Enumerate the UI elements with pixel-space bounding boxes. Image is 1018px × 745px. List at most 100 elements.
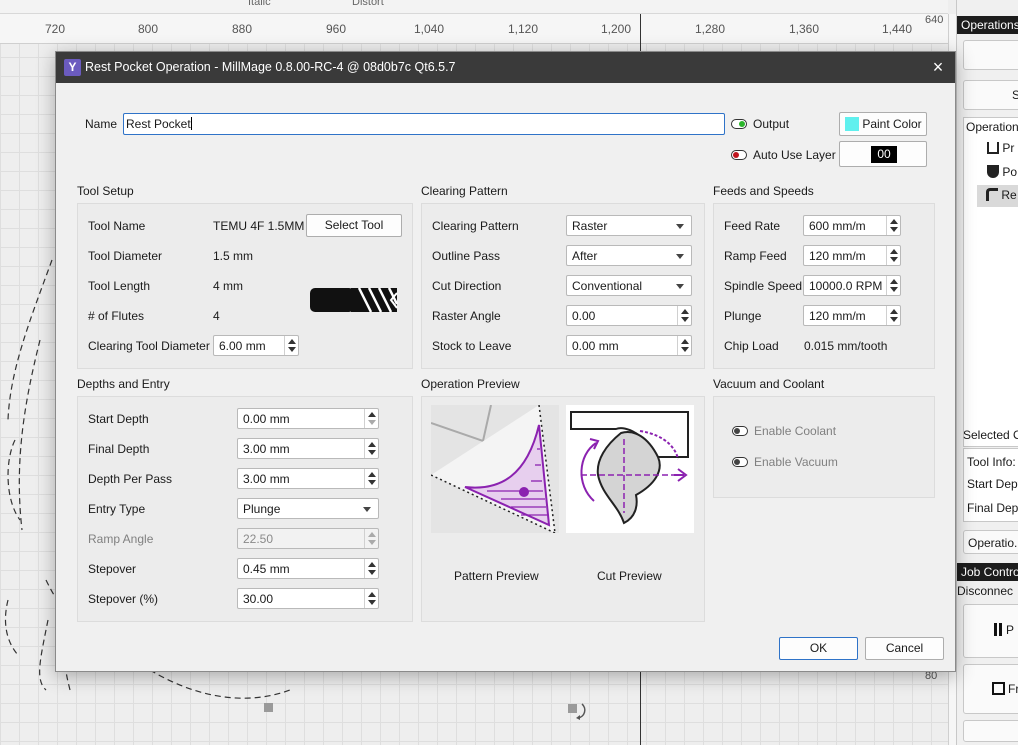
spin-arrows[interactable] (886, 276, 900, 295)
chevron-down-icon (363, 507, 371, 512)
top-toolbar-strip: Italic Distort (0, 0, 948, 14)
layer-selector[interactable]: 00 (839, 141, 927, 167)
coolant-toggle[interactable] (732, 426, 748, 436)
stock-to-leave-label: Stock to Leave (432, 339, 512, 353)
pause-button[interactable]: P (963, 604, 1018, 658)
output-label: Output (753, 117, 790, 131)
feeds-speeds-title: Feeds and Speeds (713, 184, 814, 198)
ruler-tick: 1,360 (788, 22, 820, 36)
spin-arrows[interactable] (886, 246, 900, 265)
clearing-pattern-title: Clearing Pattern (421, 184, 508, 198)
operation-column-header: Operation (966, 120, 1018, 134)
flutes-label: # of Flutes (88, 309, 145, 323)
rotate-handle-icon[interactable] (564, 698, 588, 722)
spin-arrows[interactable] (364, 589, 378, 608)
pause-icon (994, 623, 997, 636)
stepover-spinbox[interactable]: 0.45 mm (237, 558, 379, 579)
tool-length-value: 4 mm (213, 279, 243, 293)
layer-chip: 00 (871, 146, 897, 163)
tool-setup-title: Tool Setup (77, 184, 134, 198)
feed-rate-label: Feed Rate (724, 219, 781, 233)
final-depth-label: Final Depth (88, 442, 150, 456)
cancel-button[interactable]: Cancel (865, 637, 944, 660)
tool-name-label: Tool Name (88, 219, 146, 233)
spindle-speed-label: Spindle Speed (724, 279, 803, 293)
distort-toggle-label[interactable]: Distort (352, 0, 384, 8)
operation-item-profile[interactable]: Pr (987, 141, 1014, 155)
name-input[interactable]: Rest Pocket (123, 113, 725, 135)
vacuum-coolant-group (713, 396, 935, 498)
pattern-preview-image (430, 404, 559, 534)
chip-load-value: 0.015 mm/tooth (804, 339, 888, 353)
stock-to-leave-spinbox[interactable]: 0.00 mm (566, 335, 692, 356)
tool-name-value: TEMU 4F 1.5MM (213, 219, 305, 233)
clearing-pattern-dropdown[interactable]: Raster (566, 215, 692, 236)
vacuum-toggle[interactable] (732, 457, 748, 467)
operation-settings-button[interactable]: Operatio... (963, 530, 1018, 554)
transform-handle[interactable] (264, 703, 273, 712)
depth-per-pass-spinbox[interactable]: 3.00 mm (237, 468, 379, 489)
spin-arrows[interactable] (886, 306, 900, 325)
dialog-title: Rest Pocket Operation - MillMage 0.8.00-… (85, 60, 456, 74)
entry-type-label: Entry Type (88, 502, 146, 516)
select-tool-button[interactable]: Select Tool (306, 214, 402, 237)
cut-direction-label: Cut Direction (432, 279, 502, 293)
endmill-tool-icon (310, 287, 399, 313)
spin-arrows[interactable] (677, 336, 691, 355)
spin-arrows[interactable] (364, 559, 378, 578)
spin-arrows[interactable] (886, 216, 900, 235)
clearing-tool-diameter-spinbox[interactable]: 6.00 mm (213, 335, 299, 356)
tool-diameter-label: Tool Diameter (88, 249, 163, 263)
raster-angle-spinbox[interactable]: 0.00 (566, 305, 692, 326)
auto-use-layer-label: Auto Use Layer (753, 148, 836, 162)
raster-angle-label: Raster Angle (432, 309, 501, 323)
ruler-tick: 1,440 (881, 22, 913, 36)
spindle-speed-spinbox[interactable]: 10000.0 RPM (803, 275, 901, 296)
frame-button[interactable]: Fr (963, 664, 1018, 714)
italic-toggle-label[interactable]: Italic (248, 0, 271, 8)
auto-use-layer-toggle[interactable] (731, 150, 747, 160)
plunge-spinbox[interactable]: 120 mm/m (803, 305, 901, 326)
final-depth-spinbox[interactable]: 3.00 mm (237, 438, 379, 459)
selected-operation-label: Selected O (963, 428, 1018, 442)
operation-item-pocket[interactable]: Po (987, 165, 1017, 179)
close-button[interactable]: × (927, 57, 949, 79)
rest-pocket-op-icon (986, 188, 998, 201)
ramp-feed-spinbox[interactable]: 120 mm/m (803, 245, 901, 266)
connection-status: Disconnec (957, 584, 1014, 598)
cut-direction-dropdown[interactable]: Conventional (566, 275, 692, 296)
plunge-label: Plunge (724, 309, 762, 323)
depths-entry-title: Depths and Entry (77, 377, 170, 391)
stepover-percent-spinbox[interactable]: 30.00 (237, 588, 379, 609)
spin-arrows[interactable] (364, 409, 378, 428)
operation-item-rest-pocket[interactable]: Re (977, 185, 1018, 207)
spin-arrows[interactable] (364, 469, 378, 488)
entry-type-dropdown[interactable]: Plunge (237, 498, 379, 519)
outline-pass-dropdown[interactable]: After (566, 245, 692, 266)
ruler-tick: 800 (137, 22, 159, 36)
paint-color-button[interactable]: Paint Color (839, 112, 927, 136)
text-cursor (190, 117, 192, 130)
spin-arrows[interactable] (284, 336, 298, 355)
ruler-tick: 1,280 (694, 22, 726, 36)
select-button[interactable]: Se (963, 80, 1018, 110)
cut-preview-image (566, 405, 694, 533)
top-ruler: 720 800 880 960 1,040 1,120 1,200 1,280 … (0, 14, 948, 44)
dialog-titlebar[interactable]: Y Rest Pocket Operation - MillMage 0.8.0… (56, 52, 955, 83)
depth-per-pass-label: Depth Per Pass (88, 472, 173, 486)
flutes-value: 4 (213, 309, 220, 323)
operations-panel-header: Operations (957, 16, 1018, 34)
job-control-extra-button[interactable] (963, 720, 1018, 742)
output-toggle[interactable] (731, 119, 747, 129)
ruler-tick: 1,200 (600, 22, 632, 36)
cut-preview-caption: Cut Preview (597, 569, 662, 583)
ok-button[interactable]: OK (779, 637, 858, 660)
operations-toolbar-button[interactable] (963, 40, 1018, 70)
start-depth-spinbox[interactable]: 0.00 mm (237, 408, 379, 429)
spin-arrows[interactable] (677, 306, 691, 325)
feed-rate-spinbox[interactable]: 600 mm/m (803, 215, 901, 236)
clearing-tool-diameter-label: Clearing Tool Diameter (88, 339, 210, 353)
spin-arrows[interactable] (364, 439, 378, 458)
ruler-tick: 1,040 (413, 22, 445, 36)
stepover-label: Stepover (88, 562, 137, 576)
